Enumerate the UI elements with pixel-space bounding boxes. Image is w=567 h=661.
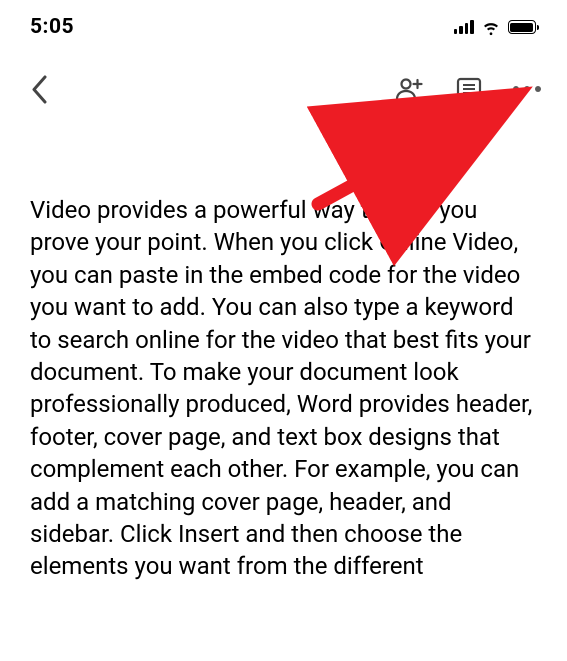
battery-icon bbox=[508, 20, 540, 34]
status-time: 5:05 bbox=[30, 15, 74, 39]
add-person-button[interactable] bbox=[389, 72, 429, 106]
more-dots-icon bbox=[513, 86, 519, 92]
status-bar: 5:05 bbox=[0, 0, 567, 48]
document-body-text: Video provides a powerful way to help yo… bbox=[30, 194, 539, 583]
document-lines-icon bbox=[454, 74, 484, 104]
back-button[interactable] bbox=[22, 72, 56, 106]
document-content[interactable]: Video provides a powerful way to help yo… bbox=[0, 124, 567, 583]
page-view-button[interactable] bbox=[449, 72, 489, 106]
cellular-signal-icon bbox=[454, 20, 474, 34]
chevron-left-icon bbox=[31, 75, 48, 104]
wifi-icon bbox=[481, 17, 501, 37]
status-indicators bbox=[454, 17, 540, 37]
app-toolbar bbox=[0, 48, 567, 124]
more-button[interactable] bbox=[509, 72, 549, 106]
add-person-icon bbox=[394, 74, 424, 104]
